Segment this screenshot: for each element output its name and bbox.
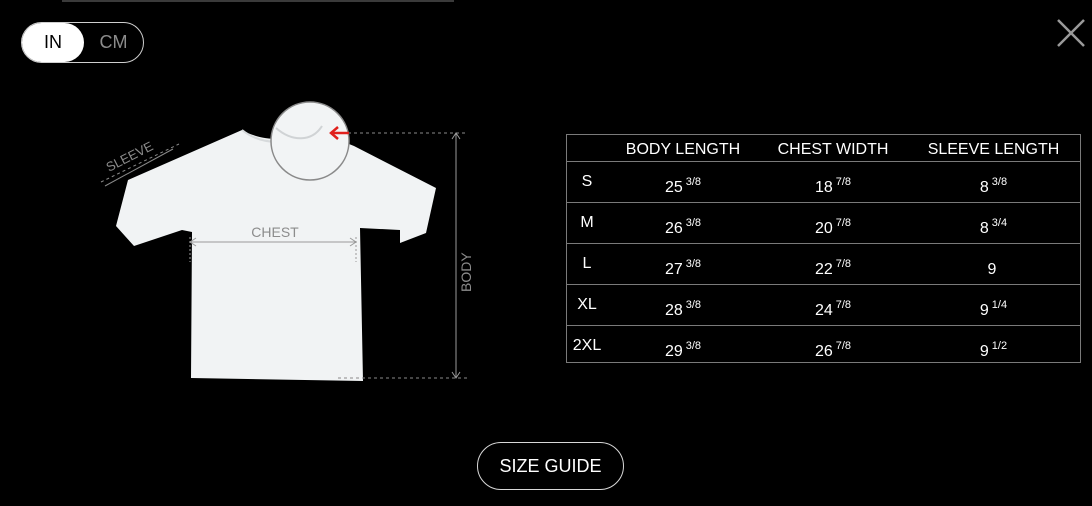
whole: 29 — [664, 343, 683, 360]
collar-zoom-inset — [270, 101, 350, 181]
whole: 28 — [664, 302, 683, 319]
size-chart-table: BODY LENGTH CHEST WIDTH SLEEVE LENGTH S … — [566, 134, 1081, 363]
sleeve-length-cell: 8 3/8 — [907, 162, 1080, 202]
fraction: 3/8 — [685, 217, 702, 229]
chest-width-cell: 22 7/8 — [759, 244, 907, 284]
fraction: 7/8 — [835, 217, 852, 229]
fraction: 3/8 — [991, 176, 1008, 188]
size-cell: S — [581, 173, 593, 190]
size-cell: L — [582, 255, 592, 272]
whole: 22 — [814, 261, 833, 278]
unit-in-option[interactable]: IN — [22, 23, 84, 62]
header-body-length: BODY LENGTH — [625, 141, 741, 158]
sleeve-length-cell: 9 1/2 — [907, 326, 1080, 366]
fraction: 3/8 — [685, 176, 702, 188]
fraction: 7/8 — [835, 299, 852, 311]
whole: 8 — [979, 179, 989, 196]
tshirt-diagram: SLEEVE CHEST BODY — [100, 101, 474, 381]
size-cell: M — [580, 214, 594, 231]
whole: 9 — [979, 343, 989, 360]
whole: 27 — [664, 261, 683, 278]
fraction: 1/2 — [991, 340, 1008, 352]
table-row: XL 28 3/8 24 7/8 9 1/4 — [567, 285, 1080, 326]
unit-toggle[interactable]: IN CM — [21, 22, 144, 63]
chest-width-cell: 26 7/8 — [759, 326, 907, 366]
fraction: 1/4 — [991, 299, 1008, 311]
whole: 26 — [814, 343, 833, 360]
sleeve-length-cell: 8 3/4 — [907, 203, 1080, 243]
fraction: 7/8 — [835, 176, 852, 188]
fraction: 7/8 — [835, 340, 852, 352]
sleeve-label: SLEEVE — [104, 138, 156, 174]
fraction: 3/8 — [685, 258, 702, 270]
sleeve-length-cell: 9 — [907, 244, 1080, 284]
body-length-cell: 29 3/8 — [607, 326, 759, 366]
size-cell: XL — [577, 296, 597, 313]
chest-width-cell: 18 7/8 — [759, 162, 907, 202]
body-label: BODY — [458, 252, 474, 292]
whole: 9 — [979, 302, 989, 319]
whole: 9 — [987, 261, 997, 278]
table-row: M 26 3/8 20 7/8 8 3/4 — [567, 203, 1080, 244]
sleeve-length-cell: 9 1/4 — [907, 285, 1080, 325]
whole: 26 — [664, 220, 683, 237]
whole: 8 — [979, 220, 989, 237]
size-cell: 2XL — [572, 337, 602, 354]
close-icon[interactable] — [1054, 16, 1088, 50]
whole: 20 — [814, 220, 833, 237]
fraction: 3/4 — [991, 217, 1008, 229]
size-guide-button[interactable]: SIZE GUIDE — [477, 442, 624, 490]
table-row: L 27 3/8 22 7/8 9 — [567, 244, 1080, 285]
table-header-row: BODY LENGTH CHEST WIDTH SLEEVE LENGTH — [567, 135, 1080, 162]
table-row: S 25 3/8 18 7/8 8 3/8 — [567, 162, 1080, 203]
tshirt-image — [116, 130, 436, 381]
whole: 25 — [664, 179, 683, 196]
header-chest-width: CHEST WIDTH — [777, 141, 889, 158]
body-length-cell: 27 3/8 — [607, 244, 759, 284]
top-divider — [62, 0, 454, 2]
fraction: 3/8 — [685, 299, 702, 311]
table-row: 2XL 29 3/8 26 7/8 9 1/2 — [567, 326, 1080, 366]
chest-label: CHEST — [251, 224, 299, 240]
chest-width-cell: 24 7/8 — [759, 285, 907, 325]
body-length-cell: 28 3/8 — [607, 285, 759, 325]
chest-width-cell: 20 7/8 — [759, 203, 907, 243]
body-length-cell: 25 3/8 — [607, 162, 759, 202]
whole: 18 — [814, 179, 833, 196]
unit-cm-option[interactable]: CM — [84, 23, 143, 62]
header-size — [567, 136, 607, 162]
fraction: 3/8 — [685, 340, 702, 352]
body-length-cell: 26 3/8 — [607, 203, 759, 243]
whole: 24 — [814, 302, 833, 319]
header-sleeve-length: SLEEVE LENGTH — [927, 141, 1060, 158]
fraction: 7/8 — [835, 258, 852, 270]
